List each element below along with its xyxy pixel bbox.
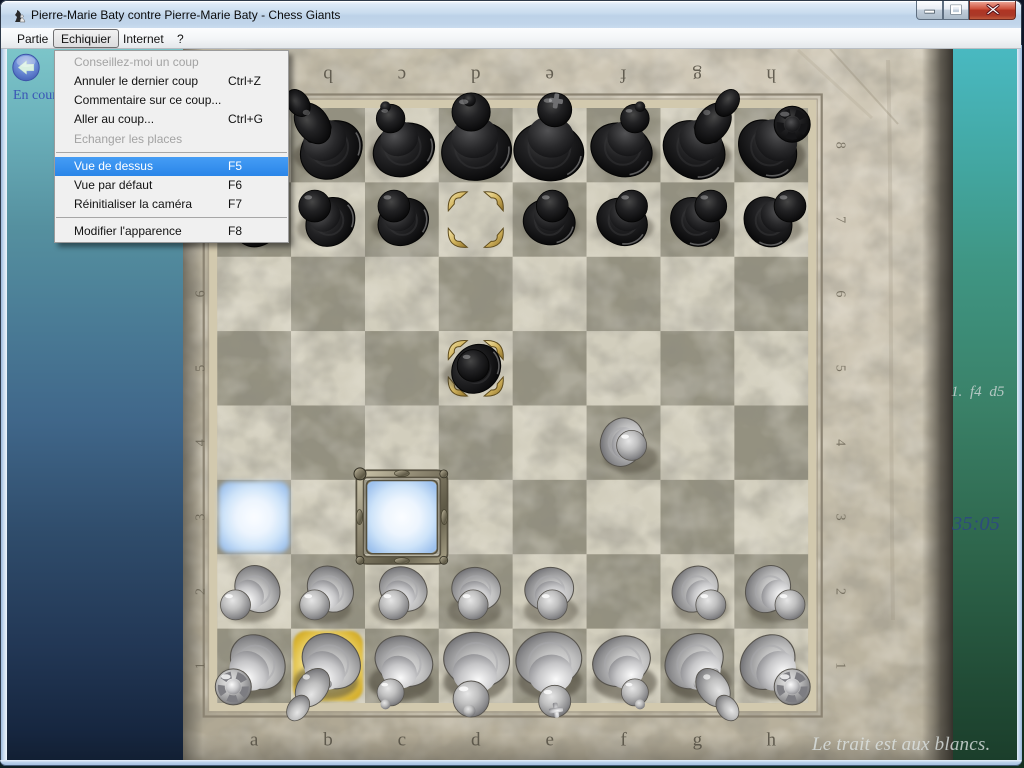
svg-text:c: c — [398, 65, 406, 86]
svg-text:8: 8 — [833, 142, 848, 149]
svg-text:4: 4 — [833, 439, 848, 446]
svg-text:1. f4 d5: 1. f4 d5 — [951, 384, 1005, 400]
svg-text:5: 5 — [833, 365, 848, 372]
svg-text:35:05: 35:05 — [951, 513, 1000, 535]
svg-text:2: 2 — [833, 588, 848, 595]
svg-text:b: b — [323, 65, 333, 86]
svg-text:h: h — [766, 65, 776, 86]
svg-text:3: 3 — [833, 514, 848, 521]
svg-text:6: 6 — [833, 290, 848, 297]
svg-text:g: g — [692, 65, 702, 86]
svg-text:1: 1 — [833, 662, 848, 669]
svg-text:d: d — [471, 65, 481, 86]
svg-text:e: e — [545, 65, 553, 86]
svg-text:f: f — [620, 65, 627, 86]
svg-text:7: 7 — [833, 216, 848, 223]
svg-text:Le trait est aux blancs.: Le trait est aux blancs. — [811, 734, 990, 755]
